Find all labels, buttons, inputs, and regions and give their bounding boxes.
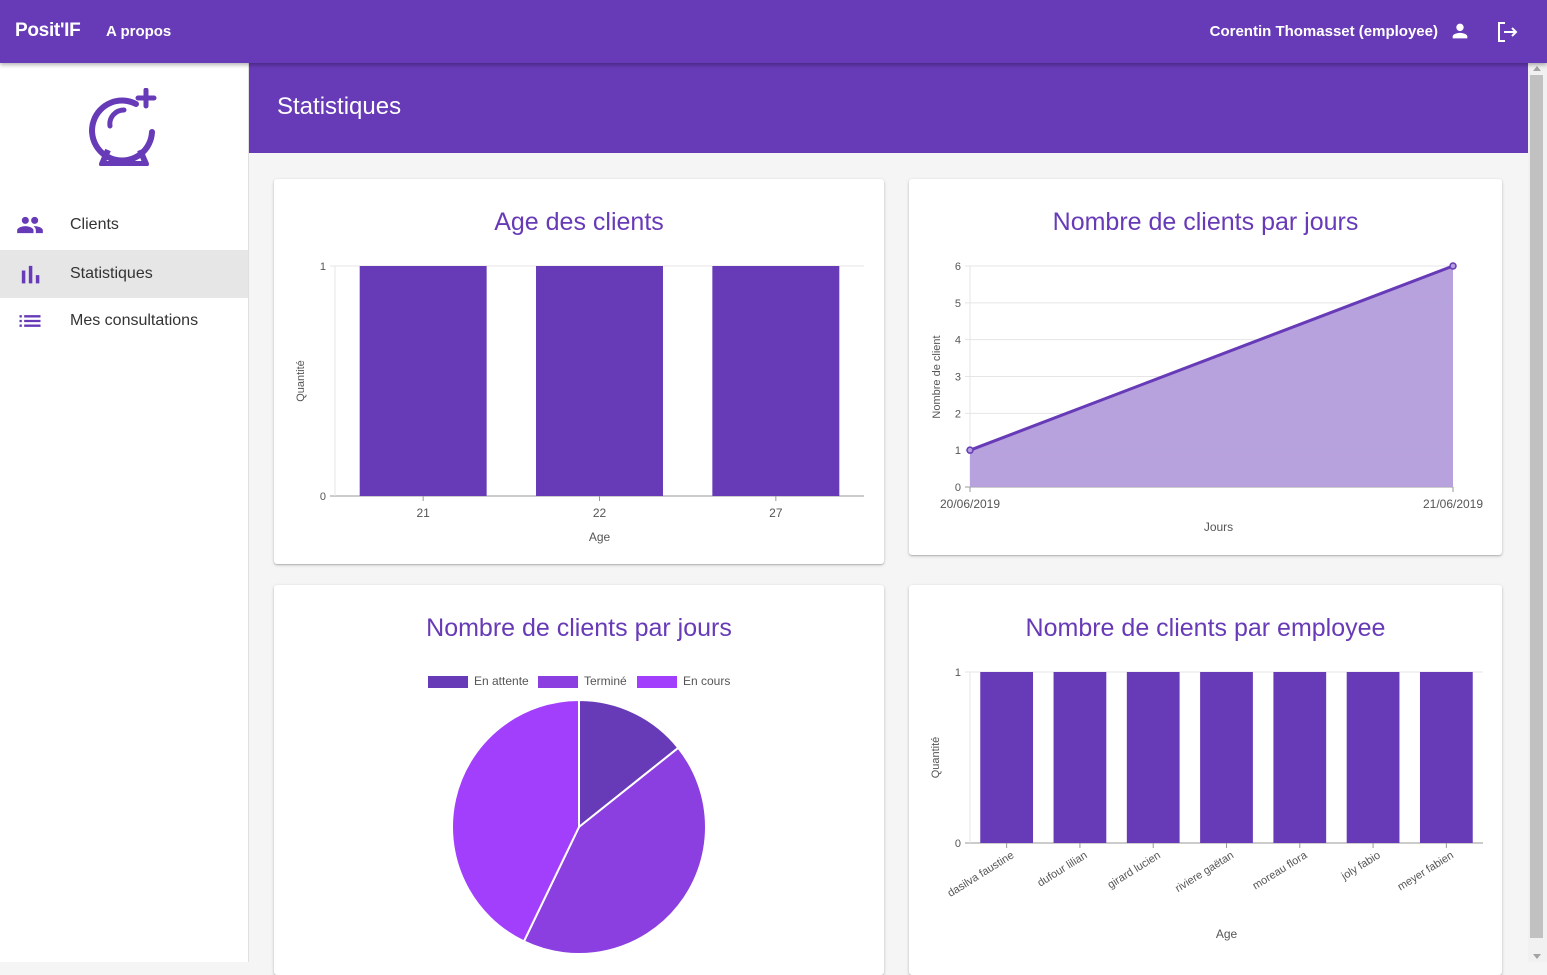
account-icon[interactable] <box>1449 20 1471 42</box>
bar <box>1126 672 1180 843</box>
bar <box>712 266 840 496</box>
x-tick-label: meyer fabien <box>1396 849 1456 893</box>
y-tick-label: 0 <box>955 838 961 850</box>
page-title: Statistiques <box>277 93 402 120</box>
legend-label: En attente <box>474 674 529 688</box>
per-employee-bar-chart: 0 1 dasilva faustine dufour lilian girard lu… <box>930 667 1483 941</box>
y-axis-label: Nombre de client <box>931 335 943 418</box>
clients-per-day-area-chart: 0 1 2 3 4 5 6 20/06/2019 21/06/2019 Jours Nombre d… <box>931 261 1483 534</box>
x-tick-label: 27 <box>769 506 783 520</box>
x-tick-label: riviere gaëtan <box>1173 849 1236 894</box>
legend-swatch <box>637 676 677 688</box>
y-tick-label: 1 <box>955 667 961 679</box>
crystal-ball-logo-icon <box>89 88 157 166</box>
y-tick-label: 1 <box>320 261 326 273</box>
vertical-scrollbar[interactable] <box>1528 63 1547 962</box>
chart-card-per-employee: Nombre de clients par employee 0 1 dasilva… <box>909 585 1502 975</box>
y-tick-label: 0 <box>955 482 961 494</box>
x-axis-label: Jours <box>1204 520 1233 534</box>
legend-label: En cours <box>683 674 730 688</box>
top-app-bar: Posit'IF A propos Corentin Thomasset (em… <box>0 0 1547 63</box>
y-tick-label: 3 <box>955 372 961 384</box>
x-axis-label: Age <box>1216 927 1238 941</box>
x-tick-label: 22 <box>593 506 607 520</box>
y-tick-label: 5 <box>955 298 961 310</box>
user-name: Corentin Thomasset (employee) <box>1209 23 1438 40</box>
chart-card-age: Age des clients 0 1 21 22 27 Age Quantité <box>274 179 884 564</box>
y-tick-label: 0 <box>320 491 326 503</box>
y-tick-label: 2 <box>955 408 961 420</box>
y-tick-label: 1 <box>955 445 961 457</box>
bar <box>536 266 663 496</box>
age-bar-chart: 0 1 21 22 27 Age Quantité <box>295 261 864 544</box>
sidebar-item-mes-consultations[interactable]: Mes consultations <box>0 297 248 345</box>
y-axis-label: Quantité <box>295 360 307 402</box>
legend-swatch <box>538 676 578 688</box>
x-tick-label: moreau flora <box>1251 849 1310 892</box>
sidebar: Clients Statistiques Mes consultations <box>0 63 249 962</box>
brand-link[interactable]: Posit'IF <box>15 20 81 42</box>
bar <box>359 266 487 496</box>
x-tick-label: joly fabio <box>1339 849 1383 883</box>
status-pie-chart: En attente Terminé En cours <box>428 674 730 955</box>
page-header: Statistiques <box>249 63 1528 153</box>
bar <box>1200 672 1253 843</box>
data-point <box>966 446 974 454</box>
people-icon <box>17 216 43 234</box>
sidebar-item-label: Mes consultations <box>70 312 199 329</box>
logout-icon[interactable] <box>1495 20 1519 44</box>
sidebar-item-label: Clients <box>70 216 119 233</box>
bar <box>1053 672 1107 843</box>
x-tick-label: dasilva faustine <box>946 849 1017 899</box>
bar-chart-icon <box>21 265 40 284</box>
scroll-thumb[interactable] <box>1530 75 1543 938</box>
bar <box>1419 672 1473 843</box>
scroll-up-arrow-icon[interactable] <box>1533 66 1541 71</box>
bar <box>1346 672 1400 843</box>
list-icon <box>19 315 41 327</box>
chart-card-clients-per-day: Nombre de clients par jours 0 1 2 3 4 5 6 20/06… <box>909 179 1502 555</box>
chart-card-status-pie: Nombre de clients par jours En attente Te… <box>274 585 884 975</box>
bar <box>980 672 1034 843</box>
legend-label: Terminé <box>584 674 627 688</box>
sidebar-item-statistiques[interactable]: Statistiques <box>0 250 248 298</box>
y-tick-label: 6 <box>955 261 961 273</box>
sidebar-item-label: Statistiques <box>70 265 153 282</box>
x-tick-label: 21 <box>416 506 430 520</box>
scroll-down-arrow-icon[interactable] <box>1533 954 1541 959</box>
x-tick-label: 20/06/2019 <box>940 497 1000 511</box>
x-tick-label: girard lucien <box>1106 849 1163 891</box>
bar <box>1273 672 1327 843</box>
data-point <box>1449 262 1457 270</box>
legend-swatch <box>428 676 468 688</box>
about-link[interactable]: A propos <box>106 23 171 40</box>
x-tick-label: 21/06/2019 <box>1423 497 1483 511</box>
x-axis-label: Age <box>589 530 611 544</box>
y-axis-label: Quantité <box>930 737 942 779</box>
sidebar-item-clients[interactable]: Clients <box>0 201 248 249</box>
x-tick-label: dufour lilian <box>1035 849 1089 889</box>
y-tick-label: 4 <box>955 335 961 347</box>
